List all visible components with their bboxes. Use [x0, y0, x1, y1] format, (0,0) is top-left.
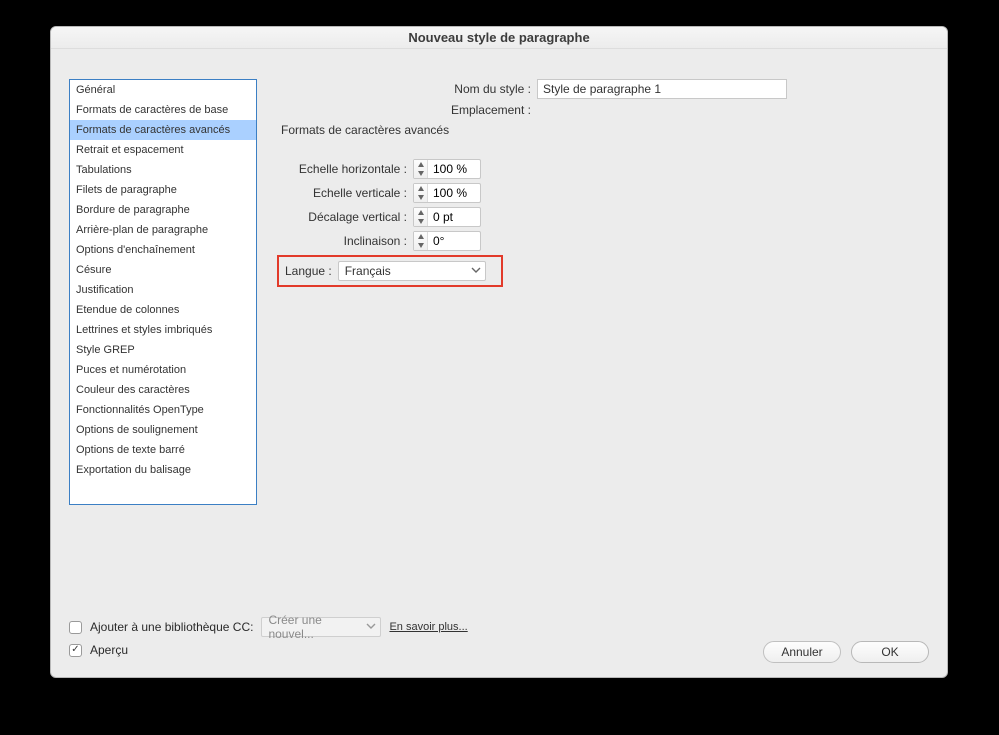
sidebar-item-opentype[interactable]: Fonctionnalités OpenType	[70, 400, 256, 420]
sidebar-item-grep[interactable]: Style GREP	[70, 340, 256, 360]
skew-stepper[interactable]	[413, 231, 481, 251]
preview-label: Aperçu	[90, 643, 128, 657]
skew-input[interactable]	[428, 232, 480, 250]
sidebar-item-dropcaps[interactable]: Lettrines et styles imbriqués	[70, 320, 256, 340]
sidebar-item-shading[interactable]: Arrière-plan de paragraphe	[70, 220, 256, 240]
cc-library-value: Créer une nouvel...	[268, 613, 366, 641]
window-title: Nouveau style de paragraphe	[51, 27, 947, 49]
baseline-label: Décalage vertical :	[281, 210, 413, 224]
sidebar-item-adv-char[interactable]: Formats de caractères avancés	[70, 120, 256, 140]
sidebar-item-general[interactable]: Général	[70, 80, 256, 100]
chevron-down-icon	[366, 620, 376, 634]
sidebar-item-justification[interactable]: Justification	[70, 280, 256, 300]
sidebar-item-hyphen[interactable]: Césure	[70, 260, 256, 280]
learn-more-link[interactable]: En savoir plus...	[389, 621, 467, 633]
sidebar-item-charcolor[interactable]: Couleur des caractères	[70, 380, 256, 400]
ok-button[interactable]: OK	[851, 641, 929, 663]
add-cc-checkbox[interactable]	[69, 621, 82, 634]
style-name-input[interactable]	[537, 79, 787, 99]
dialog-window: Nouveau style de paragraphe Nom du style…	[50, 26, 948, 678]
sidebar-item-strike[interactable]: Options de texte barré	[70, 440, 256, 460]
sidebar-item-indent[interactable]: Retrait et espacement	[70, 140, 256, 160]
stepper-arrows-icon[interactable]	[414, 160, 428, 178]
section-title: Formats de caractères avancés	[281, 123, 449, 137]
h-scale-label: Echelle horizontale :	[281, 162, 413, 176]
v-scale-stepper[interactable]	[413, 183, 481, 203]
sidebar-item-border[interactable]: Bordure de paragraphe	[70, 200, 256, 220]
baseline-stepper[interactable]	[413, 207, 481, 227]
language-select[interactable]: Français	[338, 261, 486, 281]
stepper-arrows-icon[interactable]	[414, 184, 428, 202]
header-fields: Nom du style : Emplacement :	[281, 79, 927, 121]
cc-library-select[interactable]: Créer une nouvel...	[261, 617, 381, 637]
category-sidebar[interactable]: Général Formats de caractères de base Fo…	[69, 79, 257, 505]
v-scale-label: Echelle verticale :	[281, 186, 413, 200]
stepper-arrows-icon[interactable]	[414, 232, 428, 250]
preview-checkbox[interactable]	[69, 644, 82, 657]
language-row-highlight: Langue : Français	[277, 255, 503, 287]
baseline-input[interactable]	[428, 208, 480, 226]
dialog-content: Nom du style : Emplacement : Général For…	[51, 49, 947, 677]
sidebar-item-export[interactable]: Exportation du balisage	[70, 460, 256, 480]
v-scale-input[interactable]	[428, 184, 480, 202]
sidebar-item-basic-char[interactable]: Formats de caractères de base	[70, 100, 256, 120]
skew-label: Inclinaison :	[281, 234, 413, 248]
add-cc-label: Ajouter à une bibliothèque CC:	[90, 620, 253, 634]
sidebar-item-bullets[interactable]: Puces et numérotation	[70, 360, 256, 380]
style-name-label: Nom du style :	[281, 82, 537, 96]
language-value: Français	[345, 264, 391, 278]
sidebar-item-underline[interactable]: Options de soulignement	[70, 420, 256, 440]
sidebar-item-span[interactable]: Etendue de colonnes	[70, 300, 256, 320]
dialog-footer: Ajouter à une bibliothèque CC: Créer une…	[69, 617, 929, 663]
h-scale-stepper[interactable]	[413, 159, 481, 179]
language-label: Langue :	[285, 264, 338, 278]
sidebar-item-tabs[interactable]: Tabulations	[70, 160, 256, 180]
sidebar-item-rules[interactable]: Filets de paragraphe	[70, 180, 256, 200]
h-scale-input[interactable]	[428, 160, 480, 178]
chevron-down-icon	[471, 264, 481, 278]
stepper-arrows-icon[interactable]	[414, 208, 428, 226]
cancel-button[interactable]: Annuler	[763, 641, 841, 663]
sidebar-item-keep[interactable]: Options d'enchaînement	[70, 240, 256, 260]
adv-char-form: Echelle horizontale : Echelle verticale …	[281, 157, 481, 253]
location-label: Emplacement :	[281, 103, 537, 117]
